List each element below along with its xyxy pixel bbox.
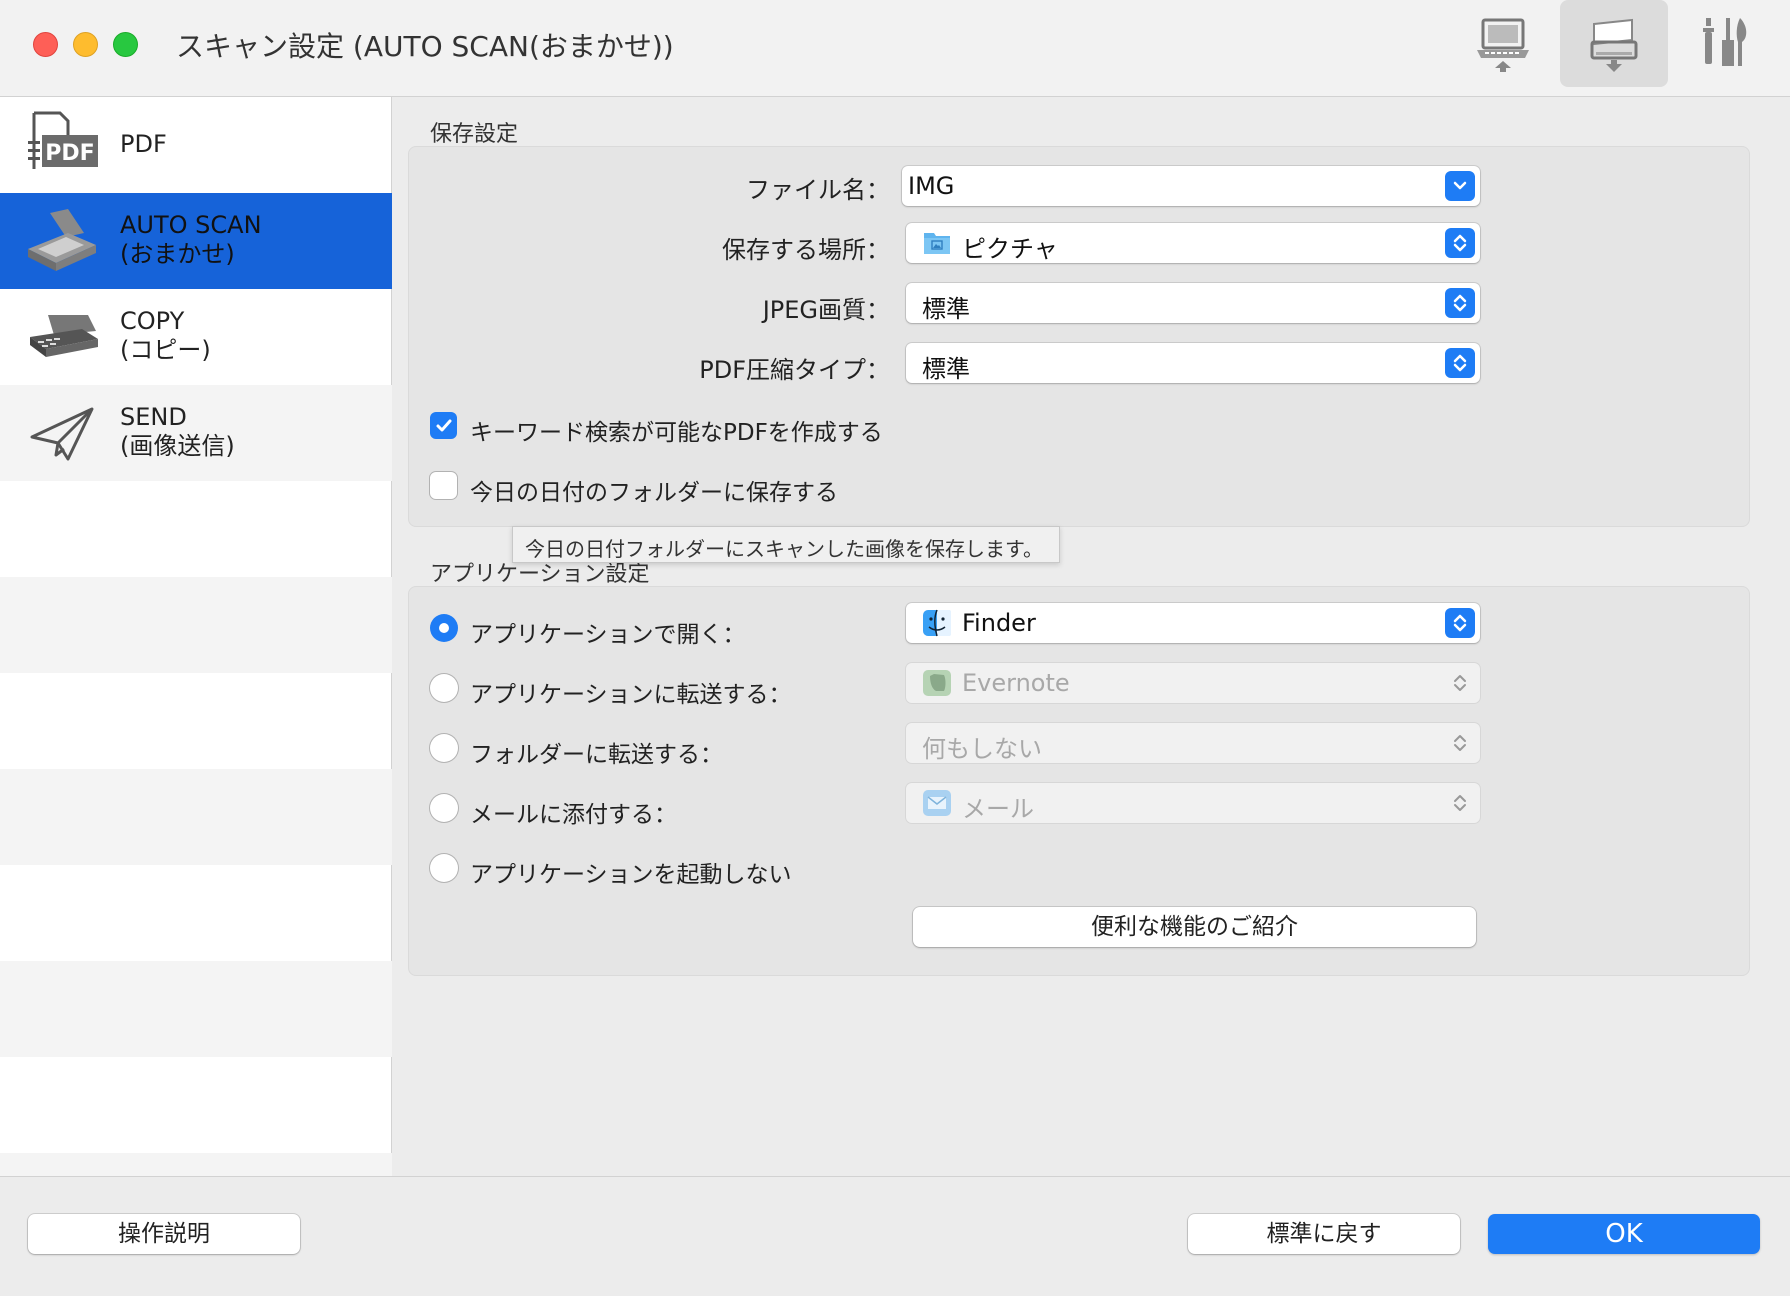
radio-send-to-folder[interactable] xyxy=(430,734,458,762)
svg-text:PDF: PDF xyxy=(45,141,94,166)
help-button[interactable]: 操作説明 xyxy=(28,1214,300,1254)
save-location-popup[interactable]: ピクチャ xyxy=(906,223,1480,263)
file-name-combobox[interactable]: IMG xyxy=(902,166,1480,206)
printer-icon xyxy=(30,315,98,357)
minimize-button[interactable] xyxy=(73,32,98,57)
save-location-value: ピクチャ xyxy=(962,235,1058,263)
ok-button[interactable]: OK xyxy=(1488,1214,1760,1254)
chevron-updown-icon xyxy=(1445,348,1475,378)
sidebar-empty-row xyxy=(0,481,392,577)
close-button[interactable] xyxy=(33,32,58,57)
send-folder-popup: 何もしない xyxy=(906,723,1480,763)
radio-attach-to-email[interactable] xyxy=(430,794,458,822)
email-app-value: メール xyxy=(962,795,1034,823)
pictures-folder-icon xyxy=(924,233,950,254)
radio-label[interactable]: アプリケーションに転送する： xyxy=(470,675,792,709)
scan-settings-window: スキャン設定 (AUTO SCAN(おまかせ)) PDF PDF AUTO SC… xyxy=(0,0,1790,1296)
radio-do-not-launch[interactable] xyxy=(430,854,458,882)
chevron-updown-icon xyxy=(1445,608,1475,638)
computer-icon xyxy=(1477,18,1529,72)
radio-label[interactable]: アプリケーションを起動しない xyxy=(470,855,792,889)
finder-icon xyxy=(923,609,951,637)
scanner-icon xyxy=(1590,18,1638,72)
sidebar-empty-row xyxy=(0,1057,392,1153)
radio-open-with-app[interactable] xyxy=(430,614,458,642)
restore-defaults-button[interactable]: 標準に戻す xyxy=(1188,1214,1460,1254)
pdf-compression-popup[interactable]: 標準 xyxy=(906,343,1480,383)
checkmark-icon xyxy=(436,419,451,431)
pdf-compression-value: 標準 xyxy=(922,355,970,383)
toolbar-computer-scan-button[interactable] xyxy=(1449,0,1557,87)
keyword-search-checkbox[interactable] xyxy=(430,412,457,439)
title-bar: スキャン設定 (AUTO SCAN(おまかせ)) xyxy=(0,0,1790,97)
footer: 操作説明 標準に戻す OK xyxy=(0,1176,1790,1296)
tooltip: 今日の日付フォルダーにスキャンした画像を保存します。 xyxy=(512,526,1060,563)
radio-label[interactable]: メールに添付する： xyxy=(470,795,677,829)
save-settings-title: 保存設定 xyxy=(430,122,519,147)
sidebar-empty-row xyxy=(0,673,392,769)
mail-icon xyxy=(923,790,951,816)
window-title: スキャン設定 (AUTO SCAN(おまかせ)) xyxy=(176,30,674,63)
radio-label[interactable]: フォルダーに転送する： xyxy=(470,735,723,769)
sidebar-item-label: SEND (画像送信) xyxy=(120,403,235,460)
zoom-button[interactable] xyxy=(113,32,138,57)
chevron-updown-icon xyxy=(1445,788,1475,818)
jpeg-quality-value: 標準 xyxy=(922,295,970,323)
date-folder-checkbox[interactable] xyxy=(430,472,457,499)
sidebar-empty-row xyxy=(0,865,392,961)
open-app-popup[interactable]: Finder xyxy=(906,603,1480,643)
send-app-value: Evernote xyxy=(962,669,1070,697)
chevron-updown-icon xyxy=(1445,668,1475,698)
file-name-label: ファイル名： xyxy=(746,176,890,204)
pdf-icon: PDF xyxy=(28,111,98,169)
keyword-search-label[interactable]: キーワード検索が可能なPDFを作成する xyxy=(470,413,883,447)
sidebar-item-label: AUTO SCAN (おまかせ) xyxy=(120,211,262,268)
sidebar-empty-row xyxy=(0,1153,392,1176)
radio-send-to-app[interactable] xyxy=(430,674,458,702)
pdf-compression-label: PDF圧縮タイプ： xyxy=(699,356,890,384)
sidebar-empty-row xyxy=(0,769,392,865)
jpeg-quality-popup[interactable]: 標準 xyxy=(906,283,1480,323)
paper-plane-icon xyxy=(30,407,94,461)
sidebar-item-copy[interactable]: COPY (コピー) xyxy=(0,289,392,385)
sidebar-empty-row xyxy=(0,961,392,1057)
toolbar-device-scan-button[interactable] xyxy=(1560,0,1668,87)
sidebar: PDF PDF AUTO SCAN (おまかせ) COPY (コピー) SEND… xyxy=(0,97,392,1176)
send-folder-value: 何もしない xyxy=(922,735,1042,763)
scanner-icon xyxy=(28,209,96,271)
chevron-updown-icon xyxy=(1445,288,1475,318)
sidebar-item-send[interactable]: SEND (画像送信) xyxy=(0,385,392,481)
send-app-popup: Evernote xyxy=(906,663,1480,703)
file-name-value: IMG xyxy=(908,172,955,200)
email-app-popup: メール xyxy=(906,783,1480,823)
features-button[interactable]: 便利な機能のご紹介 xyxy=(913,907,1476,947)
chevron-down-icon[interactable] xyxy=(1445,171,1475,201)
radio-label[interactable]: アプリケーションで開く： xyxy=(470,615,746,649)
chevron-updown-icon xyxy=(1445,728,1475,758)
sidebar-item-label: COPY (コピー) xyxy=(120,307,211,364)
chevron-updown-icon xyxy=(1445,228,1475,258)
jpeg-quality-label: JPEG画質： xyxy=(762,296,890,324)
date-folder-label[interactable]: 今日の日付のフォルダーに保存する xyxy=(470,473,838,507)
sidebar-item-pdf[interactable]: PDF PDF xyxy=(0,97,392,193)
sidebar-item-label: PDF xyxy=(120,130,167,158)
tools-icon xyxy=(1703,17,1747,66)
sidebar-item-auto-scan[interactable]: AUTO SCAN (おまかせ) xyxy=(0,193,392,289)
save-location-label: 保存する場所： xyxy=(722,236,890,264)
toolbar-general-settings-button[interactable] xyxy=(1670,0,1778,87)
evernote-icon xyxy=(923,670,951,696)
open-app-value: Finder xyxy=(962,609,1036,637)
sidebar-empty-row xyxy=(0,577,392,673)
